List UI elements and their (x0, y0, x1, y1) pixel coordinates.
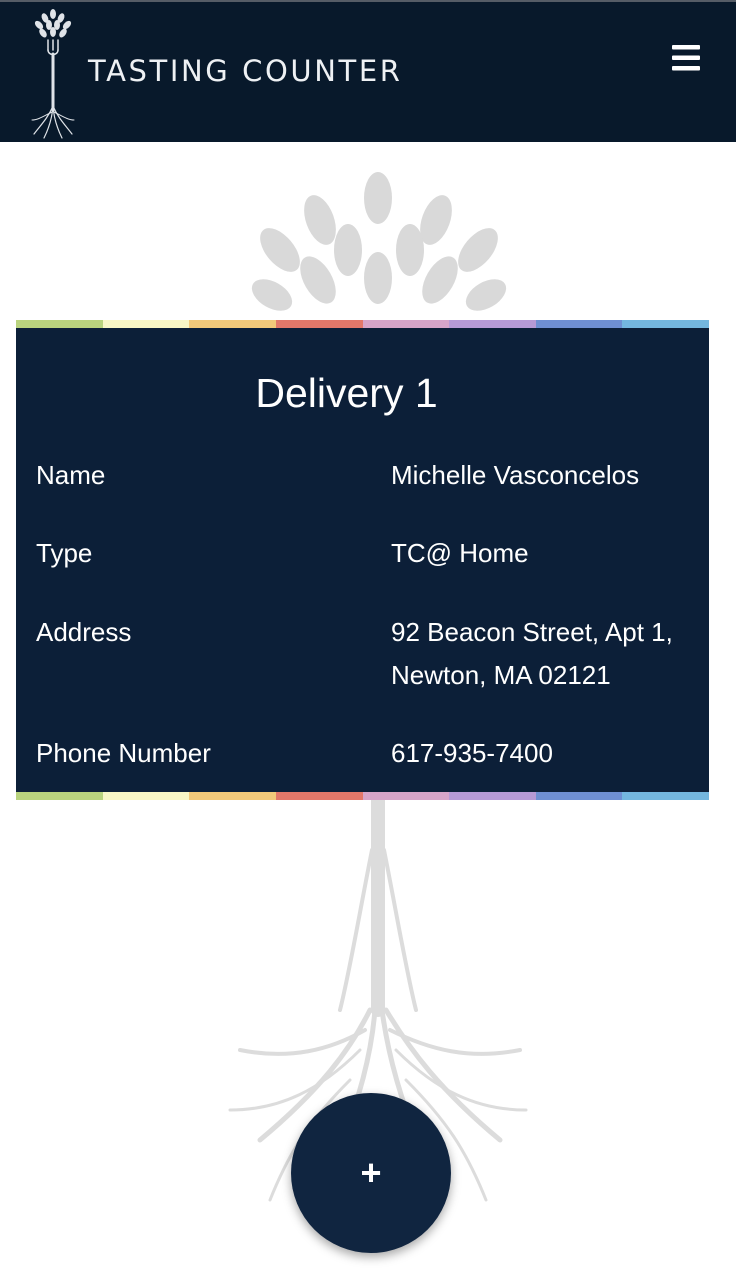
add-delivery-button[interactable]: + (291, 1093, 451, 1253)
type-label: Type (36, 538, 93, 568)
stripe-segment-1 (16, 792, 103, 800)
delivery-title: Delivery 1 (255, 370, 438, 416)
stripe-segment-4 (275, 792, 363, 800)
address-label: Address (36, 617, 132, 647)
phone-number-value: 617-935-7400 (391, 738, 553, 768)
card-bottom-color-stripe (16, 792, 709, 800)
stripe-segment-8 (622, 792, 709, 800)
tree-fork-logo-icon[interactable] (28, 6, 78, 140)
phone-number-label: Phone Number (36, 738, 211, 768)
stripe-segment-7 (535, 320, 623, 328)
stripe-segment-8 (622, 320, 709, 328)
stripe-segment-2 (102, 320, 190, 328)
stripe-segment-3 (189, 792, 276, 800)
stripe-segment-3 (189, 320, 276, 328)
stripe-segment-1 (16, 320, 103, 328)
stripe-segment-2 (102, 792, 190, 800)
stripe-segment-4 (275, 320, 363, 328)
top-navigation-bar: TASTING COUNTER (0, 0, 736, 142)
stripe-segment-5 (362, 792, 450, 800)
address-value: 92 Beacon Street, Apt 1, Newton, MA 0212… (391, 617, 673, 690)
name-label: Name (36, 460, 106, 490)
stripe-segment-6 (449, 320, 536, 328)
card-top-color-stripe (16, 320, 709, 328)
name-value: Michelle Vasconcelos (391, 460, 640, 490)
type-value: TC@ Home (391, 538, 529, 568)
stripe-segment-5 (362, 320, 450, 328)
brand-name: TASTING COUNTER (88, 54, 403, 88)
stripe-segment-6 (449, 792, 536, 800)
stripe-segment-7 (535, 792, 623, 800)
hamburger-menu-icon[interactable] (664, 40, 708, 76)
